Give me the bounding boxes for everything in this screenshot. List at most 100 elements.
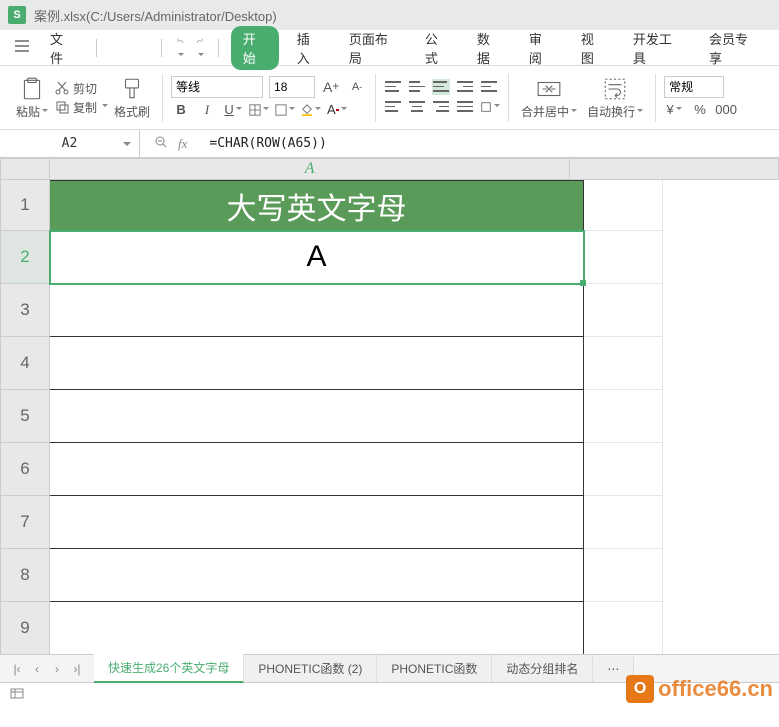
cell-a1[interactable]: 大写英文字母 (50, 180, 584, 231)
col-header-b[interactable] (570, 158, 779, 180)
cell-b2[interactable] (584, 231, 663, 284)
cell-b4[interactable] (584, 337, 663, 390)
print-icon[interactable] (133, 38, 137, 57)
tab-developer[interactable]: 开发工具 (623, 25, 691, 71)
row-header-4[interactable]: 4 (0, 337, 50, 390)
cell-b5[interactable] (584, 390, 663, 443)
fill-color-button[interactable] (301, 100, 321, 120)
formula-input[interactable]: =CHAR(ROW(A65)) (201, 136, 779, 151)
tab-formula[interactable]: 公式 (415, 25, 459, 71)
justify-button[interactable] (456, 99, 474, 115)
sheet-tabs: |‹ ‹ › ›| 快速生成26个英文字母 PHONETIC函数 (2) PHO… (0, 654, 779, 682)
wrap-button[interactable]: 自动换行 (583, 76, 647, 120)
tab-last-icon[interactable]: ›| (68, 660, 86, 678)
cell-a8[interactable] (50, 549, 584, 602)
copy-button[interactable]: 复制 (54, 99, 108, 116)
ribbon: 粘贴 剪切 复制 格式刷 A+ A- B I U A (0, 66, 779, 130)
tab-review[interactable]: 审阅 (519, 25, 563, 71)
separator (218, 39, 219, 57)
menubar: 文件 开始 插入 页面布局 公式 数据 审阅 视图 开发工具 会员专享 (0, 30, 779, 66)
row-header-5[interactable]: 5 (0, 390, 50, 443)
cell-a6[interactable] (50, 443, 584, 496)
tab-insert[interactable]: 插入 (287, 25, 331, 71)
row-header-8[interactable]: 8 (0, 549, 50, 602)
cell-a7[interactable] (50, 496, 584, 549)
separator (162, 74, 163, 122)
merge-label: 合并居中 (521, 103, 577, 120)
indent-decrease-button[interactable] (456, 79, 474, 95)
underline-button[interactable]: U (223, 100, 243, 120)
row-header-1[interactable]: 1 (0, 180, 50, 231)
tab-layout[interactable]: 页面布局 (339, 25, 407, 71)
thousands-button[interactable]: 000 (716, 100, 736, 120)
tab-start[interactable]: 开始 (231, 26, 279, 70)
percent-button[interactable]: % (690, 100, 710, 120)
cell-a2[interactable]: A (50, 231, 584, 284)
number-format-select[interactable] (664, 76, 724, 98)
cell-a3[interactable] (50, 284, 584, 337)
save-icon[interactable] (109, 38, 113, 57)
sheet-tab-3[interactable]: 动态分组排名 (492, 655, 593, 682)
undo-icon[interactable] (174, 31, 186, 65)
indent-increase-button[interactable] (480, 79, 498, 95)
fx-label[interactable]: fx (178, 136, 187, 152)
italic-button[interactable]: I (197, 100, 217, 120)
status-icon[interactable] (10, 686, 24, 703)
tab-data[interactable]: 数据 (467, 25, 511, 71)
align-bottom-button[interactable] (432, 79, 450, 95)
tab-member[interactable]: 会员专享 (699, 25, 767, 71)
name-box[interactable]: A2 (0, 130, 140, 157)
currency-button[interactable]: ¥ (664, 100, 684, 120)
cell-b3[interactable] (584, 284, 663, 337)
select-all-corner[interactable] (0, 158, 50, 180)
separator (96, 39, 97, 57)
cell-a5[interactable] (50, 390, 584, 443)
print-preview-icon[interactable] (145, 38, 149, 57)
cell-b7[interactable] (584, 496, 663, 549)
tab-first-icon[interactable]: |‹ (8, 660, 26, 678)
row-header-7[interactable]: 7 (0, 496, 50, 549)
increase-font-icon[interactable]: A+ (321, 77, 341, 97)
cut-button[interactable]: 剪切 (54, 80, 108, 97)
cell-a4[interactable] (50, 337, 584, 390)
merge-button[interactable]: 合并居中 (517, 76, 581, 120)
save-as-icon[interactable] (121, 38, 125, 57)
redo-icon[interactable] (194, 31, 206, 65)
font-size-select[interactable] (269, 76, 315, 98)
cell-b1[interactable] (584, 180, 663, 231)
row-header-9[interactable]: 9 (0, 602, 50, 654)
cell-style-button[interactable] (275, 100, 295, 120)
tab-prev-icon[interactable]: ‹ (28, 660, 46, 678)
cell-b8[interactable] (584, 549, 663, 602)
tab-more-icon[interactable]: ⋯ (593, 657, 634, 681)
format-painter-label: 格式刷 (114, 103, 150, 120)
bold-button[interactable]: B (171, 100, 191, 120)
zoom-icon[interactable] (154, 135, 168, 152)
align-left-button[interactable] (384, 99, 402, 115)
tab-view[interactable]: 视图 (571, 25, 615, 71)
paste-button[interactable]: 粘贴 (12, 76, 52, 120)
align-right-button[interactable] (432, 99, 450, 115)
orientation-button[interactable] (480, 97, 500, 117)
sheet-tab-1[interactable]: PHONETIC函数 (2) (244, 655, 377, 682)
cell-a9[interactable] (50, 602, 584, 654)
cell-b9[interactable] (584, 602, 663, 654)
row-header-6[interactable]: 6 (0, 443, 50, 496)
row-header-3[interactable]: 3 (0, 284, 50, 337)
col-header-a[interactable]: A (50, 158, 570, 180)
format-painter-button[interactable]: 格式刷 (110, 76, 154, 120)
align-top-button[interactable] (384, 79, 402, 95)
align-center-button[interactable] (408, 99, 426, 115)
file-menu[interactable]: 文件 (40, 25, 84, 71)
border-button[interactable] (249, 100, 269, 120)
hamburger-icon[interactable] (12, 36, 32, 59)
decrease-font-icon[interactable]: A- (347, 77, 367, 97)
font-name-select[interactable] (171, 76, 263, 98)
row-header-2[interactable]: 2 (0, 231, 50, 284)
tab-next-icon[interactable]: › (48, 660, 66, 678)
font-color-button[interactable]: A (327, 100, 347, 120)
align-middle-button[interactable] (408, 79, 426, 95)
sheet-tab-2[interactable]: PHONETIC函数 (377, 655, 492, 682)
cell-b6[interactable] (584, 443, 663, 496)
sheet-tab-0[interactable]: 快速生成26个英文字母 (94, 654, 244, 683)
